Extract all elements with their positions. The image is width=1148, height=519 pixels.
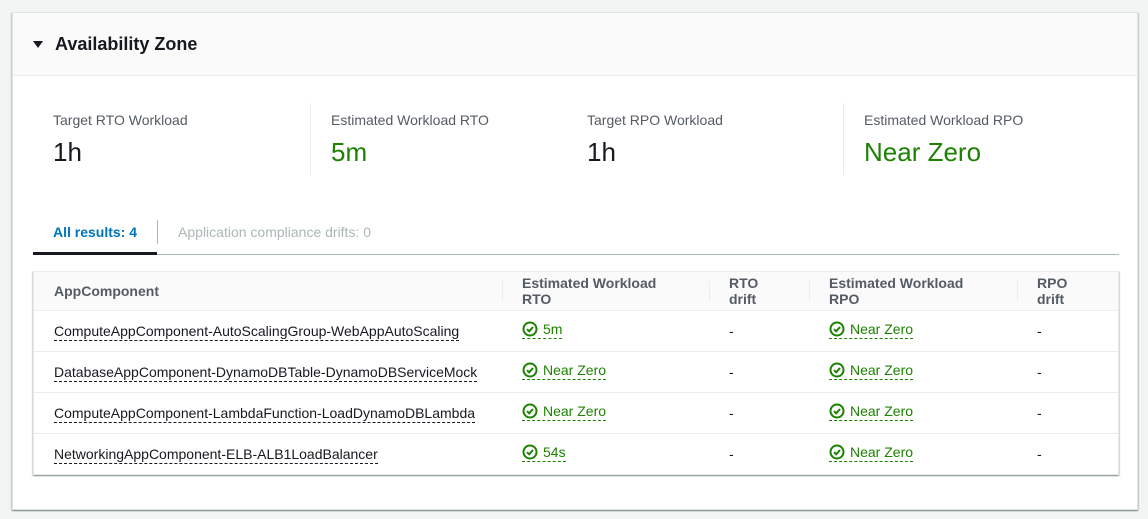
kpi-label: Estimated Workload RPO	[864, 112, 1024, 128]
rpo-status[interactable]: Near Zero	[829, 362, 914, 380]
rpo-status[interactable]: Near Zero	[829, 444, 914, 463]
rto-drift: -	[709, 310, 809, 352]
column-header-appcomponent[interactable]: AppComponent	[34, 272, 502, 311]
kpi-value: 1h	[53, 137, 82, 167]
component-link[interactable]: DatabaseAppComponent-DynamoDBTable-Dynam…	[54, 363, 478, 382]
kpi-value: Near Zero	[864, 137, 982, 167]
caret-down-icon[interactable]	[33, 40, 43, 48]
kpi-estimated-rpo: Estimated Workload RPO Near Zero	[844, 103, 1104, 175]
table-row: ComputeAppComponent-LambdaFunction-LoadD…	[34, 392, 1118, 434]
tab-compliance-drifts[interactable]: Application compliance drifts: 0	[158, 210, 391, 254]
status-success-icon	[829, 444, 845, 460]
kpi-value: 1h	[587, 137, 616, 167]
kpi-target-rto: Target RTO Workload 1h	[53, 103, 310, 175]
status-success-icon	[522, 362, 538, 378]
rto-drift: -	[709, 392, 809, 434]
table-header-row: AppComponent Estimated Workload RTO RTO …	[34, 272, 1118, 311]
status-success-icon	[522, 444, 538, 460]
column-header-rto-drift[interactable]: RTO drift	[709, 272, 809, 311]
component-link[interactable]: ComputeAppComponent-AutoScalingGroup-Web…	[54, 322, 460, 341]
rto-status[interactable]: 5m	[522, 321, 563, 339]
component-link[interactable]: ComputeAppComponent-LambdaFunction-LoadD…	[54, 404, 476, 423]
rto-status[interactable]: 54s	[522, 444, 566, 463]
rto-drift: -	[709, 351, 809, 393]
rto-status[interactable]: Near Zero	[522, 362, 607, 380]
kpi-row: Target RTO Workload 1h Estimated Workloa…	[13, 103, 1137, 175]
kpi-label: Target RPO Workload	[587, 112, 723, 128]
kpi-label: Estimated Workload RTO	[331, 112, 489, 128]
kpi-target-rpo: Target RPO Workload 1h	[587, 103, 843, 175]
section-header[interactable]: Availability Zone	[13, 13, 1137, 76]
column-header-estimated-rpo[interactable]: Estimated Workload RPO	[809, 272, 1017, 311]
rpo-drift: -	[1017, 392, 1118, 434]
table-row: DatabaseAppComponent-DynamoDBTable-Dynam…	[34, 351, 1118, 393]
column-header-estimated-rto[interactable]: Estimated Workload RTO	[502, 272, 709, 311]
availability-zone-container: Availability Zone Target RTO Workload 1h…	[12, 12, 1138, 510]
rpo-drift: -	[1037, 445, 1042, 462]
rpo-drift: -	[1017, 310, 1118, 352]
status-success-icon	[829, 362, 845, 378]
status-success-icon	[522, 403, 538, 419]
section-title[interactable]: Availability Zone	[55, 34, 197, 55]
kpi-label: Target RTO Workload	[53, 112, 188, 128]
table-row: ComputeAppComponent-AutoScalingGroup-Web…	[34, 310, 1118, 352]
tab-all-results[interactable]: All results: 4	[33, 210, 158, 255]
rto-drift: -	[729, 445, 734, 462]
rpo-status[interactable]: Near Zero	[829, 321, 914, 339]
kpi-value: 5m	[331, 137, 368, 167]
results-tabs: All results: 4 Application compliance dr…	[33, 210, 1119, 255]
component-link[interactable]: NetworkingAppComponent-ELB-ALB1LoadBalan…	[54, 445, 378, 464]
rpo-status[interactable]: Near Zero	[829, 403, 914, 421]
rpo-drift: -	[1017, 351, 1118, 393]
column-header-rpo-drift[interactable]: RPO drift	[1017, 272, 1118, 311]
status-success-icon	[829, 321, 845, 337]
results-table: AppComponent Estimated Workload RTO RTO …	[33, 271, 1119, 475]
status-success-icon	[829, 403, 845, 419]
status-success-icon	[522, 321, 538, 337]
table-row: NetworkingAppComponent-ELB-ALB1LoadBalan…	[34, 433, 1118, 474]
rto-status[interactable]: Near Zero	[522, 403, 607, 421]
kpi-estimated-rto: Estimated Workload RTO 5m	[311, 103, 587, 175]
